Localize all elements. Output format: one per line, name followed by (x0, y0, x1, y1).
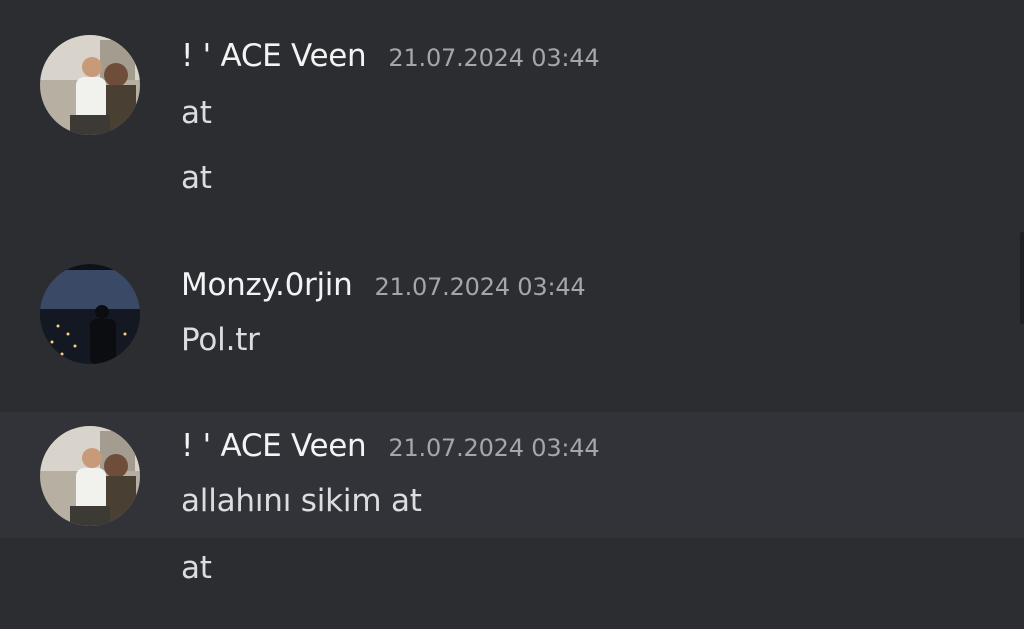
message-continuation: at (0, 538, 1024, 629)
message-header: ! ' ACE Veen 21.07.2024 03:44 (181, 38, 600, 74)
message-text: at (181, 95, 212, 131)
message-header: ! ' ACE Veen 21.07.2024 03:44 (181, 428, 600, 464)
message-text: at (181, 550, 212, 586)
avatar-photo-icon (40, 264, 140, 364)
user-avatar[interactable] (40, 264, 140, 364)
user-avatar[interactable] (40, 35, 140, 135)
message-group: Monzy.0rjin 21.07.2024 03:44 Pol.tr (0, 232, 1024, 412)
avatar-photo-icon (40, 426, 140, 526)
message-text: at (181, 160, 212, 196)
timestamp: 21.07.2024 03:44 (388, 44, 600, 72)
timestamp: 21.07.2024 03:44 (388, 434, 600, 462)
message-text: allahını sikim at (181, 483, 422, 519)
username[interactable]: ! ' ACE Veen (181, 428, 367, 464)
chat-message-list: ! ' ACE Veen 21.07.2024 03:44 at at Monz… (0, 0, 1024, 629)
avatar-photo-icon (40, 35, 140, 135)
message-group: ! ' ACE Veen 21.07.2024 03:44 at at (0, 0, 1024, 232)
user-avatar[interactable] (40, 426, 140, 526)
timestamp: 21.07.2024 03:44 (374, 273, 586, 301)
message-text: Pol.tr (181, 322, 260, 358)
username[interactable]: ! ' ACE Veen (181, 38, 367, 74)
message-header: Monzy.0rjin 21.07.2024 03:44 (181, 267, 586, 303)
message-group: ! ' ACE Veen 21.07.2024 03:44 allahını s… (0, 412, 1024, 538)
scrollbar-thumb[interactable] (1020, 232, 1024, 324)
username[interactable]: Monzy.0rjin (181, 267, 353, 303)
